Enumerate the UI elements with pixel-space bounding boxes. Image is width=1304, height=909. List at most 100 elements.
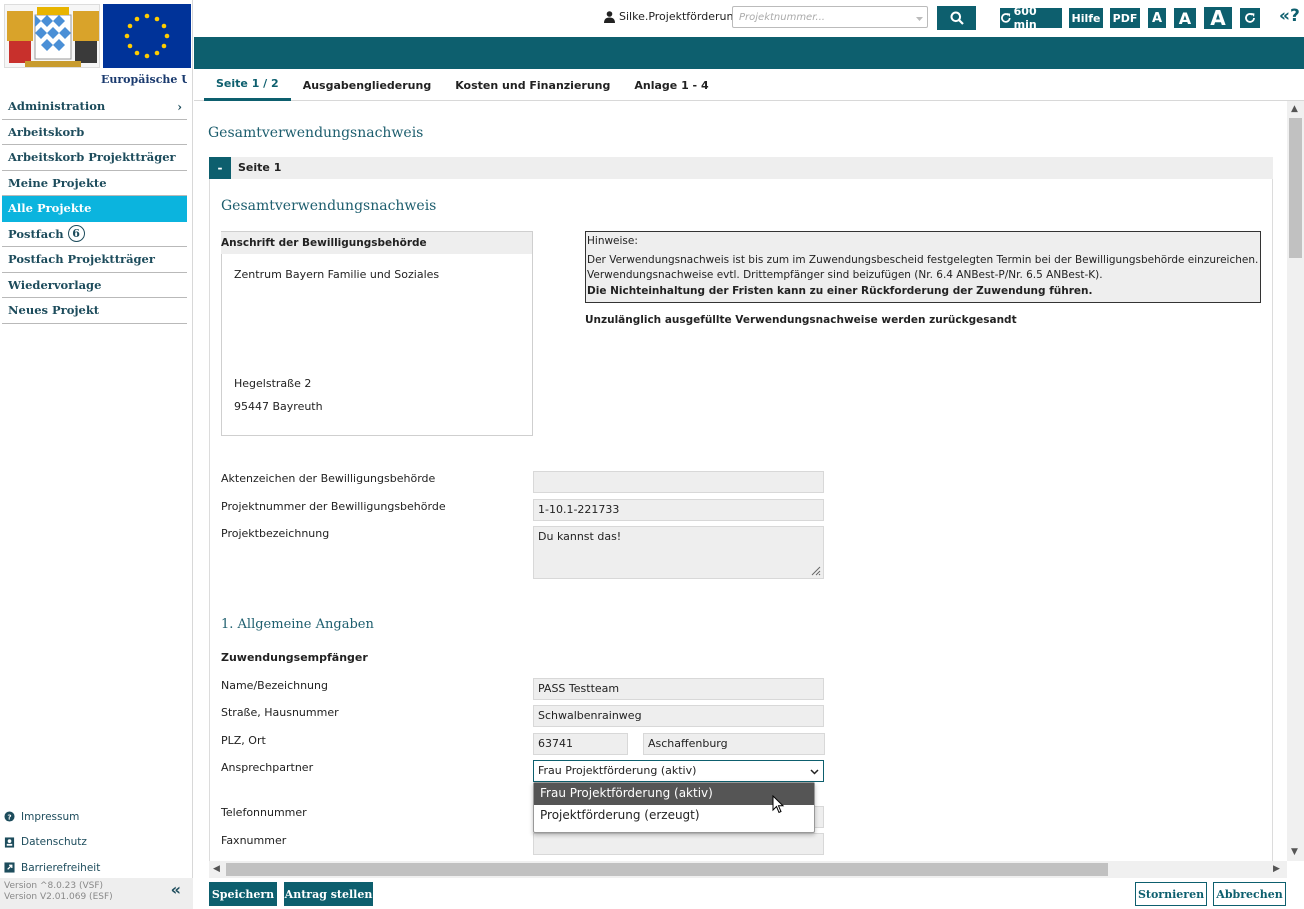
chevron-right-icon: › — [177, 100, 182, 114]
projektbezeichnung-label: Projektbezeichnung — [221, 527, 330, 540]
sidebar-item-label: Meine Projekte — [8, 175, 107, 190]
vertical-scroll-thumb[interactable] — [1289, 118, 1302, 258]
recipient-heading: Zuwendungsempfänger — [221, 651, 368, 664]
street-field[interactable]: Schwalbenrainweg — [533, 705, 824, 727]
user-info: Silke.Projektförderung — [604, 10, 740, 23]
hint-warning: Unzulänglich ausgefüllte Verwendungsnach… — [585, 314, 1017, 326]
version-vsf: Version ^8.0.23 (VSF) — [4, 881, 104, 891]
contact-label: Ansprechpartner — [221, 761, 314, 774]
search-button[interactable] — [937, 6, 976, 30]
contact-selected-value: Frau Projektförderung (aktiv) — [538, 764, 697, 777]
projektbezeichnung-textarea[interactable]: Du kannst das! — [533, 526, 824, 579]
scroll-up-icon[interactable]: ▲ — [1291, 104, 1298, 114]
plz-field[interactable]: 63741 — [533, 733, 628, 755]
sidebar-nav: Administration › Arbeitskorb Arbeitskorb… — [2, 94, 187, 324]
sidebar-item-label: Arbeitskorb Projektträger — [8, 150, 176, 165]
section-1-heading: 1. Allgemeine Angaben — [221, 617, 374, 632]
unread-count-badge: 6 — [67, 225, 85, 243]
refresh-icon — [1001, 13, 1011, 23]
name-field[interactable]: PASS Testteam — [533, 678, 824, 700]
save-button[interactable]: Speichern — [209, 882, 277, 906]
font-small-label: A — [1151, 10, 1163, 26]
fax-field[interactable] — [533, 833, 824, 855]
sidebar-item-arbeitskorb-projekttraeger[interactable]: Arbeitskorb Projektträger — [2, 145, 187, 171]
stornieren-button[interactable]: Stornieren — [1135, 882, 1207, 906]
barrierefreiheit-link[interactable]: Barrierefreiheit — [4, 855, 100, 881]
plz-ort-label: PLZ, Ort — [221, 734, 266, 747]
sidebar-item-postfach-projekttraeger[interactable]: Postfach Projektträger — [2, 247, 187, 273]
sidebar-item-alle-projekte[interactable]: Alle Projekte — [2, 196, 187, 222]
tab-kosten-und-finanzierung[interactable]: Kosten und Finanzierung — [443, 69, 622, 101]
logo-area — [4, 4, 191, 68]
header-band — [194, 37, 1304, 69]
address-box: Anschrift der Bewilligungsbehörde Zentru… — [221, 231, 533, 436]
sidebar-item-postfach[interactable]: Postfach 6 — [2, 222, 187, 247]
submit-application-button[interactable]: Antrag stellen — [284, 882, 373, 906]
address-city: 95447 Bayreuth — [234, 400, 323, 413]
address-name: Zentrum Bayern Familie und Soziales — [234, 268, 440, 281]
vertical-scrollbar[interactable]: ▲ ▼ — [1287, 101, 1304, 861]
font-size-small-button[interactable]: A — [1148, 8, 1166, 28]
scroll-right-icon[interactable]: ▶ — [1273, 864, 1280, 874]
context-help-icon[interactable]: «? — [1279, 6, 1300, 26]
sidebar-item-label: Administration — [8, 99, 106, 114]
datenschutz-label: Datenschutz — [21, 836, 87, 849]
eu-flag-logo — [103, 4, 191, 68]
mouse-pointer-icon — [772, 795, 785, 814]
ort-field[interactable]: Aschaffenburg — [643, 733, 825, 755]
tab-seite-1-2[interactable]: Seite 1 / 2 — [204, 69, 291, 101]
resize-grip-icon[interactable] — [809, 564, 821, 576]
top-bar: Silke.Projektförderung 600 min Hilfe PDF… — [194, 0, 1304, 37]
collapse-sidebar-icon[interactable]: « — [171, 882, 181, 898]
font-size-large-button[interactable]: A — [1204, 6, 1232, 30]
sidebar-footer-links: ? Impressum Datenschutz Barrierefreiheit — [4, 804, 100, 881]
datenschutz-link[interactable]: Datenschutz — [4, 830, 100, 856]
projektbezeichnung-value: Du kannst das! — [538, 530, 622, 543]
project-number-search-input[interactable] — [732, 6, 928, 28]
tab-ausgabengliederung[interactable]: Ausgabengliederung — [291, 69, 444, 101]
section-title: Seite 1 — [238, 161, 282, 174]
hint-line-1: Der Verwendungsnachweis ist bis zum im Z… — [587, 253, 1259, 266]
hint-title: Hinweise: — [587, 235, 638, 247]
form-title: Gesamtverwendungsnachweis — [221, 198, 437, 214]
search-icon — [950, 11, 964, 25]
font-size-medium-button[interactable]: A — [1174, 8, 1196, 28]
fax-label: Faxnummer — [221, 834, 287, 847]
address-street: Hegelstraße 2 — [234, 377, 312, 390]
chevron-down-icon — [810, 769, 819, 775]
sidebar-item-wiedervorlage[interactable]: Wiedervorlage — [2, 273, 187, 298]
font-large-label: A — [1210, 6, 1226, 30]
page-title: Gesamtverwendungsnachweis — [208, 125, 424, 141]
sidebar-item-meine-projekte[interactable]: Meine Projekte — [2, 171, 187, 196]
scroll-down-icon[interactable]: ▼ — [1291, 847, 1298, 857]
impressum-link[interactable]: ? Impressum — [4, 804, 100, 830]
horizontal-scroll-thumb[interactable] — [226, 863, 1108, 876]
pdf-label: PDF — [1112, 11, 1138, 25]
abort-button[interactable]: Abbrechen — [1213, 882, 1286, 906]
section-header: - Seite 1 — [209, 157, 1273, 179]
sidebar-item-label: Postfach — [8, 226, 64, 241]
sidebar-item-administration[interactable]: Administration › — [2, 94, 187, 120]
reload-button[interactable] — [1240, 8, 1260, 28]
bavarian-coat-of-arms-logo — [4, 4, 100, 68]
version-esf: Version V2.01.069 (ESF) — [4, 892, 113, 902]
horizontal-scrollbar[interactable]: ◀ ▶ — [209, 861, 1287, 878]
sidebar-item-arbeitskorb[interactable]: Arbeitskorb — [2, 120, 187, 145]
sidebar-item-label: Arbeitskorb — [8, 124, 85, 139]
sidebar-item-neues-projekt[interactable]: Neues Projekt — [2, 298, 187, 324]
aktenzeichen-label: Aktenzeichen der Bewilligungsbehörde — [221, 472, 436, 485]
main-content: Gesamtverwendungsnachweis - Seite 1 Gesa… — [194, 101, 1287, 861]
version-info: Version ^8.0.23 (VSF) Version V2.01.069 … — [0, 878, 193, 909]
hint-line-3: Die Nichteinhaltung der Fristen kann zu … — [587, 284, 1093, 297]
pdf-button[interactable]: PDF — [1110, 8, 1140, 28]
projektnummer-field[interactable]: 1-10.1-221733 — [533, 499, 824, 521]
tab-anlage[interactable]: Anlage 1 - 4 — [622, 69, 720, 101]
scroll-left-icon[interactable]: ◀ — [213, 864, 220, 874]
phone-label: Telefonnummer — [221, 806, 307, 819]
question-circle-icon: ? — [4, 811, 15, 822]
collapse-section-button[interactable]: - — [209, 157, 231, 179]
help-button[interactable]: Hilfe — [1069, 8, 1103, 28]
session-timer-button[interactable]: 600 min — [1000, 5, 1062, 31]
aktenzeichen-field[interactable] — [533, 471, 824, 493]
contact-select[interactable]: Frau Projektförderung (aktiv) — [533, 760, 824, 782]
